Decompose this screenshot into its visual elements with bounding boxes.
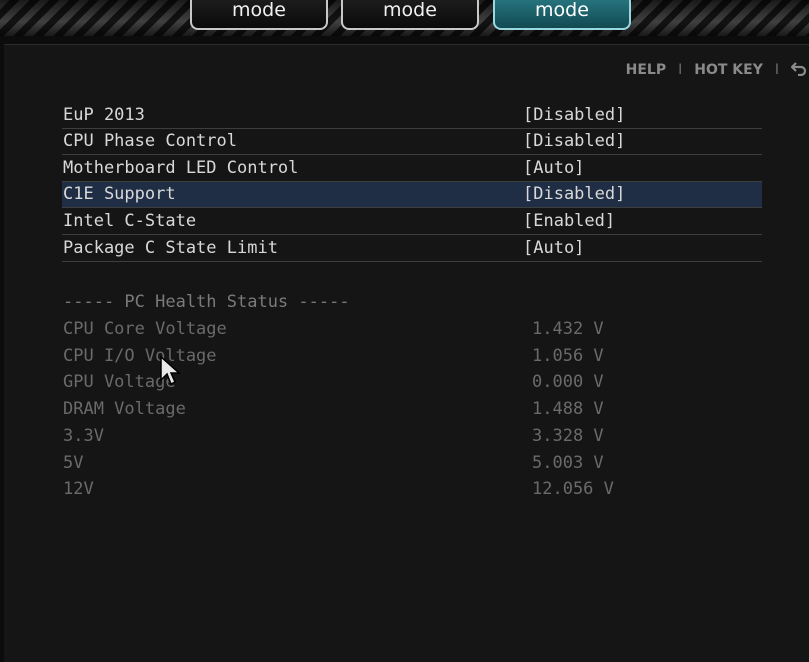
health-item-value: 1.432 V: [532, 319, 604, 339]
mouse-pointer-icon: [160, 355, 182, 390]
back-arrow-icon[interactable]: [785, 60, 809, 80]
setting-name: Intel C-State: [63, 211, 197, 231]
setting-value[interactable]: [Disabled]: [523, 184, 625, 204]
health-item-dram-voltage: DRAM Voltage 1.488 V: [62, 399, 762, 425]
health-item-value: 1.488 V: [532, 399, 604, 419]
health-item-value: 5.003 V: [532, 453, 604, 473]
health-item-value: 0.000 V: [532, 372, 604, 392]
setting-value[interactable]: [Disabled]: [523, 105, 625, 125]
setting-row-cpu-phase-control[interactable]: CPU Phase Control [Disabled]: [62, 129, 762, 155]
setting-row-package-c-state-limit[interactable]: Package C State Limit [Auto]: [62, 236, 762, 262]
setting-row-intel-c-state[interactable]: Intel C-State [Enabled]: [62, 209, 762, 235]
setting-row-motherboard-led-control[interactable]: Motherboard LED Control [Auto]: [62, 156, 762, 182]
health-item-name: 5V: [63, 453, 84, 473]
setting-value[interactable]: [Auto]: [523, 238, 584, 258]
health-item-name: 3.3V: [63, 426, 104, 446]
health-item-name: CPU Core Voltage: [63, 319, 227, 339]
mode-tab-3-active[interactable]: mode: [493, 0, 631, 30]
health-item-name: CPU I/O Voltage: [63, 346, 217, 366]
health-item-value: 1.056 V: [532, 346, 604, 366]
health-item-value: 12.056 V: [532, 479, 614, 499]
setting-value[interactable]: [Disabled]: [523, 131, 625, 151]
health-item-5v: 5V 5.003 V: [62, 453, 762, 479]
hotbar-separator: I: [774, 62, 779, 78]
health-item-name: 12V: [63, 479, 94, 499]
help-link[interactable]: HELP: [620, 62, 672, 78]
health-item-value: 3.328 V: [532, 426, 604, 446]
health-item-name: GPU Voltage: [63, 372, 176, 392]
setting-row-c1e-support[interactable]: C1E Support [Disabled]: [62, 182, 762, 208]
health-status-header: ----- PC Health Status -----: [63, 292, 350, 312]
setting-name: CPU Phase Control: [63, 131, 237, 151]
health-item-12v: 12V 12.056 V: [62, 479, 762, 505]
setting-row-eup-2013[interactable]: EuP 2013 [Disabled]: [62, 103, 762, 129]
health-item-cpu-core-voltage: CPU Core Voltage 1.432 V: [62, 319, 762, 345]
setting-name: C1E Support: [63, 184, 176, 204]
health-item-name: DRAM Voltage: [63, 399, 186, 419]
mode-tab-2[interactable]: mode: [341, 0, 479, 30]
setting-value[interactable]: [Auto]: [523, 158, 584, 178]
hotkey-bar: HELP I HOT KEY I: [620, 60, 809, 80]
health-item-3v3: 3.3V 3.328 V: [62, 426, 762, 452]
setting-value[interactable]: [Enabled]: [523, 211, 615, 231]
setting-name: EuP 2013: [63, 105, 145, 125]
setting-name: Package C State Limit: [63, 238, 278, 258]
mode-tab-1[interactable]: mode: [190, 0, 328, 30]
hotkey-link[interactable]: HOT KEY: [688, 62, 769, 78]
setting-name: Motherboard LED Control: [63, 158, 299, 178]
hotbar-separator: I: [678, 62, 683, 78]
